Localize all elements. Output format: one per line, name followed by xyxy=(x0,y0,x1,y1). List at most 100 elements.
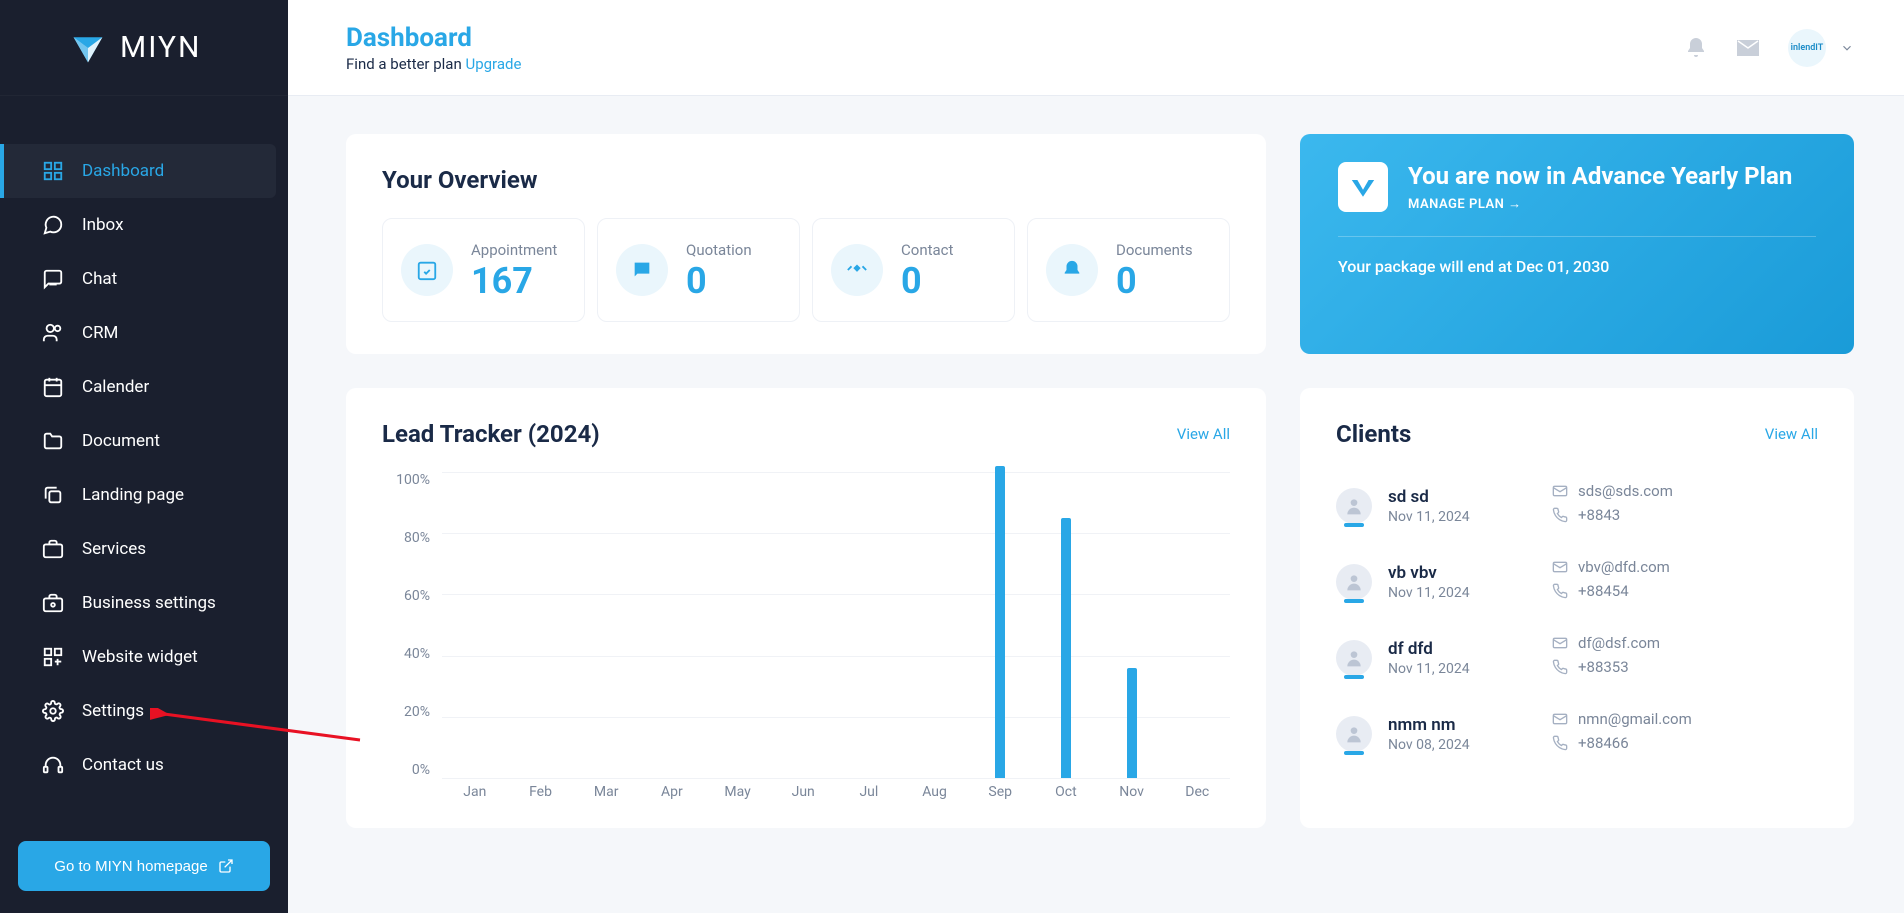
clients-title: Clients xyxy=(1336,420,1411,448)
handshake-icon xyxy=(831,244,883,296)
client-row[interactable]: vb vbv Nov 11, 2024 vbv@dfd.com +88454 xyxy=(1336,544,1818,620)
mail-icon xyxy=(1552,635,1568,651)
y-tick: 60% xyxy=(382,588,442,604)
sidebar-item-calender[interactable]: Calender xyxy=(0,360,288,414)
sidebar-item-crm[interactable]: CRM xyxy=(0,306,288,360)
overview-title: Your Overview xyxy=(382,166,1230,194)
sidebar-item-website-widget[interactable]: Website widget xyxy=(0,630,288,684)
stat-quotation[interactable]: Quotation0 xyxy=(597,218,800,322)
y-tick: 0% xyxy=(382,762,442,778)
plan-card: You are now in Advance Yearly Plan MANAG… xyxy=(1300,134,1854,354)
x-label: Jan xyxy=(442,784,508,808)
user-menu[interactable]: inlendIT xyxy=(1788,29,1854,67)
plan-expiry: Your package will end at Dec 01, 2030 xyxy=(1338,257,1816,276)
mail-icon xyxy=(1552,483,1568,499)
widget-icon xyxy=(42,646,64,668)
page-title: Dashboard xyxy=(346,23,1684,53)
plan-title: You are now in Advance Yearly Plan xyxy=(1408,162,1792,190)
client-row[interactable]: sd sdNov 11, 2024sds@sds.com+8843 xyxy=(1336,468,1818,544)
avatar-icon xyxy=(1336,716,1372,752)
stat-appointment[interactable]: Appointment167 xyxy=(382,218,585,322)
page-subtitle: Find a better plan Upgrade xyxy=(346,55,1684,73)
sidebar: MIYN DashboardInbox Chat CRM Calender Docume… xyxy=(0,0,288,913)
lead-viewall-link[interactable]: View All xyxy=(1177,425,1230,443)
client-date: Nov 11, 2024 xyxy=(1388,585,1536,601)
x-label: Sep xyxy=(967,784,1033,808)
avatar-icon xyxy=(1336,640,1372,676)
sidebar-item-business-settings[interactable]: Business settings xyxy=(0,576,288,630)
copy-icon xyxy=(42,484,64,506)
phone-icon xyxy=(1552,507,1568,523)
sidebar-item-dashboard[interactable]: Dashboard xyxy=(0,144,276,198)
client-row[interactable]: nmm nmNov 08, 2024nmn@gmail.com+88466 xyxy=(1336,696,1818,772)
x-label: Aug xyxy=(902,784,968,808)
calendar-icon xyxy=(42,376,64,398)
stat-contact[interactable]: Contact 0 xyxy=(812,218,1015,322)
sidebar-item-landing-page[interactable]: Landing page xyxy=(0,468,288,522)
x-label: May xyxy=(705,784,771,808)
plan-diamond-icon xyxy=(1338,162,1388,212)
stat-value: 0 xyxy=(686,263,752,299)
bar-nov xyxy=(1127,668,1137,778)
x-label: Nov xyxy=(1099,784,1165,808)
sidebar-item-label: Chat xyxy=(82,269,117,289)
bar-oct xyxy=(1061,518,1071,778)
go-homepage-button[interactable]: Go to MIYN homepage xyxy=(18,841,270,891)
lead-chart: 100%80%60%40%20%0% JanFebMarAprMayJunJul… xyxy=(382,468,1230,808)
sidebar-item-inbox[interactable]: Inbox xyxy=(0,198,288,252)
sidebar-item-label: Services xyxy=(82,539,146,559)
upgrade-link[interactable]: Upgrade xyxy=(465,55,521,73)
stat-value: 0 xyxy=(901,263,953,299)
sidebar-item-services[interactable]: Services xyxy=(0,522,288,576)
briefcase-icon xyxy=(42,538,64,560)
sidebar-item-label: Document xyxy=(82,431,160,451)
lead-title: Lead Tracker (2024) xyxy=(382,420,600,448)
go-homepage-label: Go to MIYN homepage xyxy=(54,858,207,875)
sidebar-item-chat[interactable]: Chat xyxy=(0,252,288,306)
chevron-down-icon xyxy=(1840,41,1854,55)
gear-icon xyxy=(42,700,64,722)
client-name: vb vbv xyxy=(1388,563,1536,583)
sidebar-item-settings[interactable]: Settings xyxy=(0,684,288,738)
sidebar-item-contact-us[interactable]: Contact us xyxy=(0,738,288,792)
briefcase-gear-icon xyxy=(42,592,64,614)
client-name: df dfd xyxy=(1388,639,1536,659)
client-email: nmn@gmail.com xyxy=(1578,710,1692,728)
sidebar-item-label: Landing page xyxy=(82,485,184,505)
client-date: Nov 08, 2024 xyxy=(1388,737,1536,753)
client-phone: +88454 xyxy=(1578,582,1629,600)
message-icon xyxy=(42,214,64,236)
bar-sep xyxy=(995,466,1005,778)
topbar: Dashboard Find a better plan Upgrade inl… xyxy=(288,0,1904,96)
avatar: inlendIT xyxy=(1788,29,1826,67)
stat-value: 167 xyxy=(471,263,557,299)
calendar-check-icon xyxy=(401,244,453,296)
client-email: vbv@dfd.com xyxy=(1578,558,1670,576)
client-date: Nov 11, 2024 xyxy=(1388,509,1536,525)
x-label: Jun xyxy=(770,784,836,808)
bell-icon[interactable] xyxy=(1684,36,1708,60)
avatar-icon xyxy=(1336,488,1372,524)
avatar-icon xyxy=(1336,564,1372,600)
mail-icon[interactable] xyxy=(1736,36,1760,60)
sidebar-item-label: CRM xyxy=(82,323,118,343)
headset-icon xyxy=(42,754,64,776)
brand-logo[interactable]: MIYN xyxy=(0,0,288,96)
stat-documents[interactable]: Documents0 xyxy=(1027,218,1230,322)
sidebar-item-document[interactable]: Document xyxy=(0,414,288,468)
external-link-icon xyxy=(218,858,234,874)
client-name: nmm nm xyxy=(1388,715,1536,735)
y-tick: 20% xyxy=(382,704,442,720)
quote-icon xyxy=(616,244,668,296)
client-row[interactable]: df dfdNov 11, 2024df@dsf.com+88353 xyxy=(1336,620,1818,696)
manage-plan-link[interactable]: MANAGE PLAN → xyxy=(1408,196,1792,212)
phone-icon xyxy=(1552,735,1568,751)
x-label: Oct xyxy=(1033,784,1099,808)
overview-card: Your Overview Appointment167Quotation0Co… xyxy=(346,134,1266,354)
client-phone: +8843 xyxy=(1578,506,1620,524)
clients-viewall-link[interactable]: View All xyxy=(1765,425,1818,443)
stat-value: 0 xyxy=(1116,263,1193,299)
stat-label: Contact xyxy=(901,241,953,259)
sidebar-item-label: Business settings xyxy=(82,593,216,613)
sidebar-item-label: Website widget xyxy=(82,647,198,667)
